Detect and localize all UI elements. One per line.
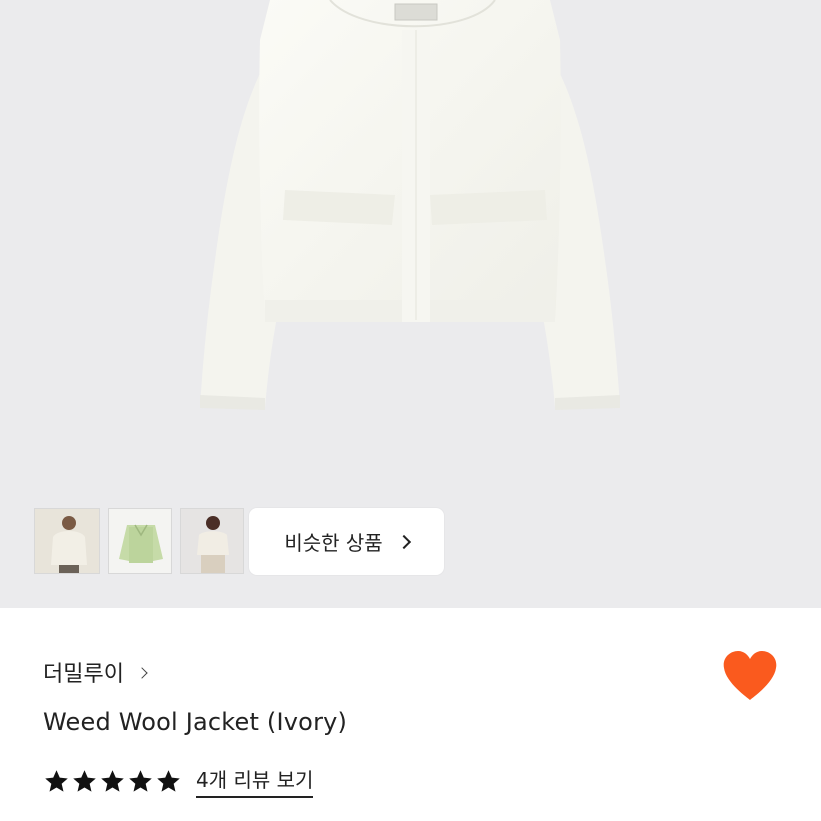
heart-icon[interactable] — [722, 650, 778, 702]
similar-products-label: 비슷한 상품 — [284, 531, 383, 555]
star-icon — [73, 769, 96, 792]
product-title: Weed Wool Jacket (Ivory) — [43, 708, 348, 736]
star-icon — [129, 769, 152, 792]
product-image-area[interactable]: 비슷한 상품 — [0, 0, 821, 608]
thumb-model-front[interactable] — [34, 508, 100, 574]
star-rating — [43, 768, 182, 795]
model-photo-icon — [35, 509, 99, 573]
jacket-photo-icon — [109, 509, 171, 573]
star-icon — [45, 769, 68, 792]
star-icon — [101, 769, 124, 792]
reviews-link[interactable]: 4개 리뷰 보기 — [196, 764, 314, 798]
thumb-green-jacket[interactable] — [108, 508, 172, 574]
model-photo-icon — [181, 509, 243, 573]
chevron-right-icon — [136, 666, 148, 679]
star-icon — [157, 769, 180, 792]
rating-row: 4개 리뷰 보기 — [43, 764, 314, 798]
brand-link[interactable]: 더밀루이 — [43, 656, 148, 688]
product-info: 더밀루이 Weed Wool Jacket (Ivory) 4개 리뷰 보기 — [0, 608, 821, 821]
brand-name: 더밀루이 — [43, 662, 124, 687]
thumb-model-ivory[interactable] — [180, 508, 244, 574]
chevron-right-icon — [396, 534, 411, 549]
similar-products-button[interactable]: 비슷한 상품 — [249, 508, 444, 575]
thumbnail-strip — [34, 508, 244, 574]
